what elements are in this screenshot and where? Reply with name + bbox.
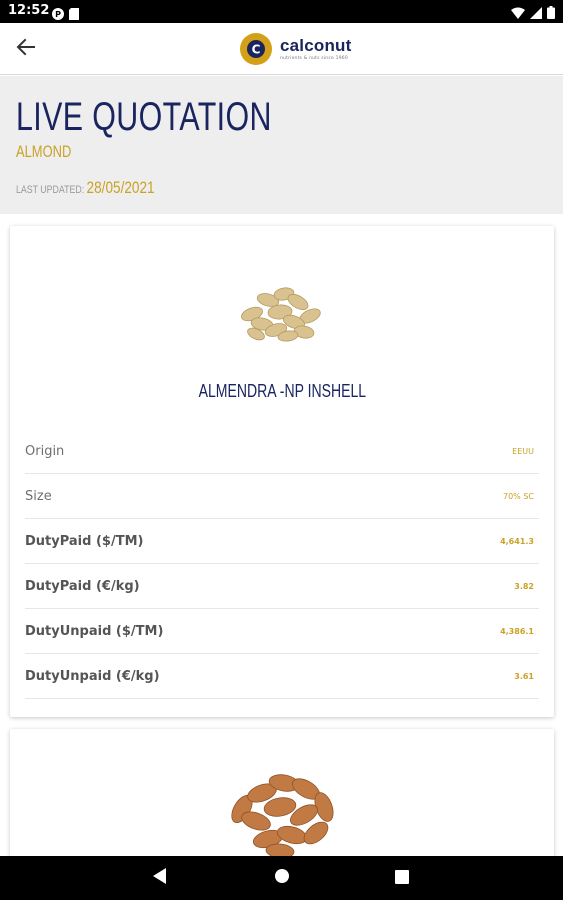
home-circle-icon [274,868,290,888]
signal-icon [530,4,542,23]
page-subtitle: ALMOND [16,142,72,161]
info-row-origin: Origin EEUU [25,429,539,474]
logo-text: calconut nutrients & nuts since 1960 [280,36,352,62]
product-name: ALMENDRA -NP INSHELL [10,381,554,402]
recents-square-icon [395,869,409,888]
info-label: Origin [25,443,65,459]
system-nav-bar [0,856,563,900]
svg-text:P: P [55,10,61,19]
info-value: 3.82 [514,581,534,591]
back-button[interactable] [12,35,40,63]
info-value: EEUU [512,446,534,456]
arrow-back-icon [16,37,36,61]
app-bar: C calconut nutrients & nuts since 1960 [0,23,563,75]
info-label: DutyUnpaid (€/kg) [25,668,160,684]
sim-icon [69,5,79,24]
page-header: LIVE QUOTATION ALMOND LAST UPDATED: 28/0… [0,76,563,214]
product-card[interactable] [10,729,554,869]
info-label: Size [25,488,52,504]
logo-tagline: nutrients & nuts since 1960 [280,56,348,61]
last-updated-label: LAST UPDATED: [16,184,85,196]
info-row-dutyunpaid-usd: DutyUnpaid ($/TM) 4,386.1 [25,609,539,654]
info-label: DutyPaid ($/TM) [25,533,144,549]
wifi-icon [511,4,525,23]
info-value: 4,641.3 [500,536,534,546]
info-value: 70% SC [503,491,534,501]
info-value: 4,386.1 [500,626,534,636]
product-info-list: Origin EEUU Size 70% SC DutyPaid ($/TM) … [25,429,539,699]
nav-home-button[interactable] [272,868,292,888]
nav-recents-button[interactable] [392,868,412,888]
status-right-icons [511,4,555,23]
calconut-logo: C calconut nutrients & nuts since 1960 [240,32,352,66]
info-row-dutypaid-eur: DutyPaid (€/kg) 3.82 [25,564,539,609]
info-label: DutyPaid (€/kg) [25,578,140,594]
last-updated-value: 28/05/2021 [86,178,155,197]
almond-kernel-image [212,763,352,859]
status-time: 12:52 [8,3,50,18]
almond-inshell-image [232,272,332,352]
battery-icon [547,4,555,23]
product-card[interactable]: ALMENDRA -NP INSHELL Origin EEUU Size 70… [10,226,554,717]
status-bar: 12:52 P [0,0,563,23]
back-triangle-icon [153,868,167,888]
product-name-text: ALMENDRA -NP INSHELL [198,381,366,401]
info-row-size: Size 70% SC [25,474,539,519]
logo-badge-letter: C [252,43,261,57]
notification-p-icon: P [52,5,64,24]
info-row-dutyunpaid-eur: DutyUnpaid (€/kg) 3.61 [25,654,539,699]
logo-badge: C [240,33,272,65]
last-updated: LAST UPDATED: 28/05/2021 [16,178,155,198]
nav-back-button[interactable] [150,868,170,888]
logo-name: calconut [280,36,352,55]
status-left-icons: P [52,5,79,24]
info-label: DutyUnpaid ($/TM) [25,623,164,639]
info-value: 3.61 [514,671,534,681]
page-title: LIVE QUOTATION [16,95,272,139]
info-row-dutypaid-usd: DutyPaid ($/TM) 4,641.3 [25,519,539,564]
